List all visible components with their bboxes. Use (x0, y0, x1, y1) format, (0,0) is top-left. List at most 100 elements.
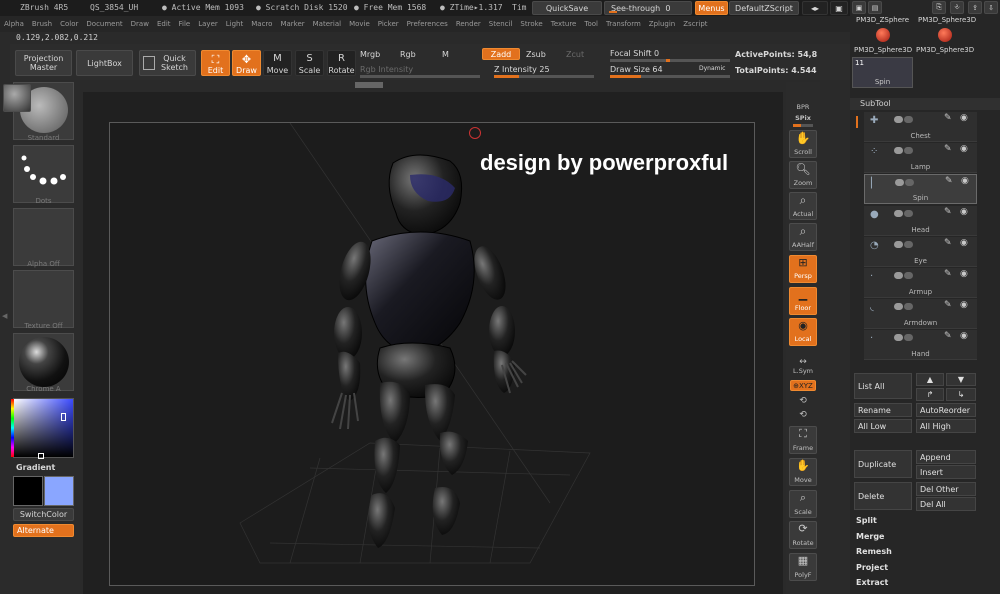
subtool-row[interactable]: · ✎ ◉ Armup (864, 268, 977, 298)
delete-button[interactable]: Delete (854, 482, 912, 510)
xyz-button[interactable]: ⊕XYZ (790, 380, 816, 391)
spix-label[interactable]: SPix (786, 114, 820, 122)
menu-picker[interactable]: Picker (378, 20, 399, 28)
rgb-intensity-slider[interactable] (360, 75, 480, 78)
switchcolor-button[interactable]: SwitchColor (13, 508, 74, 521)
eye-icon[interactable]: ◉ (960, 207, 968, 217)
split-menu[interactable]: Split (856, 516, 877, 525)
move-down-right-icon[interactable]: ↳ (946, 388, 976, 401)
zadd-button[interactable]: Zadd (482, 48, 520, 60)
layout-arrows-icon[interactable]: ◂▸ (802, 1, 828, 15)
see-through-slider[interactable]: See-through 0 (604, 1, 692, 15)
quick-sketch-button[interactable]: Quick Sketch (139, 50, 196, 76)
menu-light[interactable]: Light (226, 20, 243, 28)
robot-model[interactable] (110, 122, 756, 587)
eye-icon[interactable]: ◉ (960, 300, 968, 310)
edit-button[interactable]: ⛶ Edit (201, 50, 230, 76)
menu-texture[interactable]: Texture (551, 20, 577, 28)
remesh-menu[interactable]: Remesh (856, 547, 892, 556)
menu-preferences[interactable]: Preferences (407, 20, 448, 28)
menu-edit[interactable]: Edit (157, 20, 171, 28)
rotate-z-icon[interactable]: ⟲ (786, 410, 820, 420)
tool-load-icon[interactable]: ▣ (852, 1, 866, 14)
sphere3d-tool-icon[interactable] (938, 28, 952, 42)
zcut-button[interactable]: Zcut (566, 50, 584, 59)
subtool-visibility-toggle[interactable] (894, 303, 903, 311)
subtool-polypaint-toggle[interactable] (904, 334, 913, 342)
hue-strip[interactable] (11, 399, 14, 457)
eye-icon[interactable]: ◉ (960, 144, 968, 154)
menu-file[interactable]: File (179, 20, 191, 28)
alternate-button[interactable]: Alternate (13, 524, 74, 537)
brush-icon[interactable]: ✎ (944, 269, 952, 279)
menu-macro[interactable]: Macro (251, 20, 272, 28)
menu-movie[interactable]: Movie (349, 20, 370, 28)
spix-slider[interactable] (793, 124, 813, 127)
menu-layer[interactable]: Layer (198, 20, 218, 28)
extract-menu[interactable]: Extract (856, 578, 888, 587)
zsub-button[interactable]: Zsub (526, 50, 546, 59)
zsphere-tool-icon[interactable] (876, 28, 890, 42)
gradient-button[interactable]: Gradient (16, 463, 55, 472)
lightbox-button[interactable]: LightBox (76, 50, 133, 76)
merge-menu[interactable]: Merge (856, 532, 884, 541)
subtool-row[interactable]: ◟ ✎ ◉ Armdown (864, 299, 977, 330)
menu-stroke[interactable]: Stroke (520, 20, 542, 28)
projection-master-button[interactable]: Projection Master (15, 50, 72, 76)
subtool-visibility-toggle[interactable] (895, 179, 904, 187)
draw-size-slider[interactable] (610, 75, 730, 78)
tool-name-sphere3d-2[interactable]: PM3D_Sphere3D (854, 46, 912, 54)
eye-icon[interactable]: ◉ (961, 176, 969, 186)
brush-icon[interactable]: ✎ (944, 144, 952, 154)
subtool-scroll-indicator[interactable] (856, 116, 858, 128)
current-tool-thumbnail[interactable]: 11 Spin (852, 57, 913, 88)
subtool-header[interactable]: SubTool (850, 98, 1000, 110)
subtool-visibility-toggle[interactable] (894, 240, 903, 248)
skin-icon[interactable]: ▣ (830, 1, 848, 15)
focal-shift-slider[interactable] (610, 59, 730, 62)
tool-save-icon[interactable]: ▤ (868, 1, 882, 14)
main-color-swatch[interactable] (13, 476, 43, 506)
rename-button[interactable]: Rename (854, 403, 912, 417)
move-down-icon[interactable]: ▼ (946, 373, 976, 386)
tool-import-icon[interactable]: ⇩ (984, 1, 998, 14)
menu-render[interactable]: Render (456, 20, 481, 28)
move-up-right-icon[interactable]: ↱ (916, 388, 944, 401)
brush-icon[interactable]: ✎ (944, 331, 952, 341)
left-collapse-icon[interactable]: ◀ (2, 312, 7, 320)
eye-icon[interactable]: ◉ (960, 331, 968, 341)
tool-copy-icon[interactable]: ⎘ (932, 1, 946, 14)
default-zscript-button[interactable]: DefaultZScript (729, 1, 799, 15)
move-up-icon[interactable]: ▲ (916, 373, 944, 386)
m-button[interactable]: M (442, 50, 449, 59)
subtool-polypaint-toggle[interactable] (905, 179, 914, 187)
tool-export-icon[interactable]: ⇪ (968, 1, 982, 14)
rotate-y-icon[interactable]: ⟲ (786, 396, 820, 406)
texture-thumbnail[interactable] (13, 270, 74, 328)
tool-name-zsphere[interactable]: PM3D_ZSphere (856, 16, 909, 24)
subtool-polypaint-toggle[interactable] (904, 240, 913, 248)
menu-zplugin[interactable]: Zplugin (649, 20, 675, 28)
menu-document[interactable]: Document (86, 20, 122, 28)
subtool-row[interactable]: · ✎ ◉ Hand (864, 330, 977, 361)
brush-icon[interactable]: ✎ (944, 238, 952, 248)
duplicate-button[interactable]: Duplicate (854, 450, 912, 478)
brush-icon[interactable]: ✎ (944, 207, 952, 217)
menu-material[interactable]: Material (313, 20, 341, 28)
dynamic-button[interactable]: Dynamic (699, 65, 725, 72)
subtool-row[interactable]: ● ✎ ◉ Head (864, 205, 977, 236)
all-high-button[interactable]: All High (916, 419, 976, 433)
mrgb-button[interactable]: Mrgb (360, 50, 380, 59)
material-thumbnail[interactable] (13, 333, 74, 391)
subtool-polypaint-toggle[interactable] (904, 209, 913, 217)
subtool-polypaint-toggle[interactable] (904, 303, 913, 311)
insert-button[interactable]: Insert (916, 465, 976, 479)
subtool-visibility-toggle[interactable] (894, 147, 903, 155)
bpr-button[interactable] (3, 84, 31, 112)
scale-button[interactable]: S Scale (295, 50, 324, 76)
stroke-thumbnail[interactable] (13, 145, 74, 203)
rgb-button[interactable]: Rgb (400, 50, 416, 59)
subtool-row[interactable]: ⁘ ✎ ◉ Lamp (864, 143, 977, 174)
alpha-thumbnail[interactable] (13, 208, 74, 266)
brush-icon[interactable]: ✎ (944, 300, 952, 310)
